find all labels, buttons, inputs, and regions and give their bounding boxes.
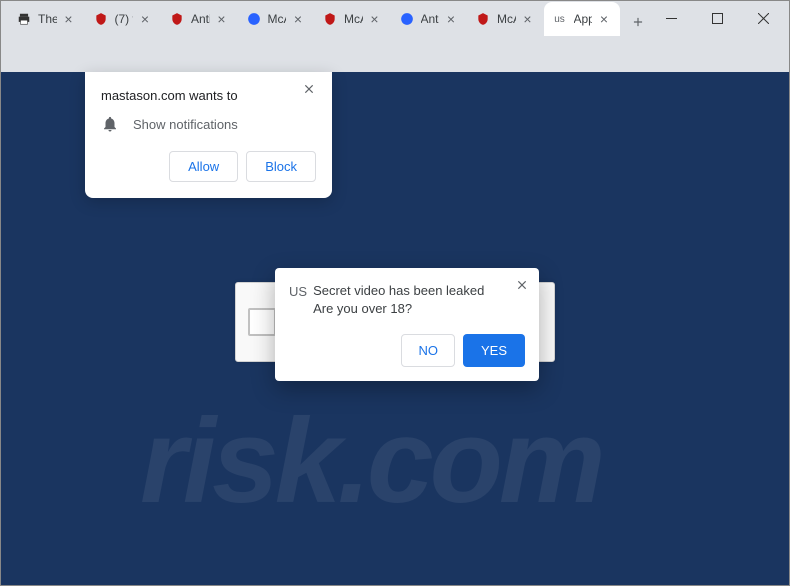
site-favicon: us	[552, 11, 568, 27]
dialog-line1: Secret video has been leaked	[313, 282, 484, 300]
notification-permission-prompt: mastason.com wants to Show notifications…	[85, 72, 332, 198]
mcafee-icon	[169, 11, 185, 27]
close-icon[interactable]	[515, 278, 529, 292]
close-icon[interactable]: ×	[443, 11, 459, 27]
close-icon[interactable]: ×	[137, 11, 153, 27]
recaptcha-checkbox[interactable]	[248, 308, 276, 336]
tab-title: (7) vi	[115, 12, 134, 26]
browser-tabstrip: The P × (7) vi × Antiv × McAf × McAf × A…	[0, 0, 660, 36]
maximize-button[interactable]	[694, 2, 740, 34]
allow-button[interactable]: Allow	[169, 151, 238, 182]
yes-button[interactable]: YES	[463, 334, 525, 367]
dialog-message: Secret video has been leaked Are you ove…	[313, 282, 484, 318]
permission-label: Show notifications	[133, 117, 238, 132]
mcafee-blue-icon	[246, 11, 262, 27]
tab-title: Antiv	[421, 12, 440, 26]
tab-title: McAf	[497, 12, 516, 26]
tab-2[interactable]: (7) vi ×	[85, 2, 162, 36]
mcafee-blue-icon	[399, 11, 415, 27]
block-button[interactable]: Block	[246, 151, 316, 182]
printer-icon	[16, 11, 32, 27]
dialog-favicon: US	[289, 284, 307, 299]
mcafee-icon	[322, 11, 338, 27]
tab-5[interactable]: McAf ×	[314, 2, 391, 36]
tab-6[interactable]: Antiv ×	[391, 2, 468, 36]
tab-title: The P	[38, 12, 57, 26]
close-icon[interactable]: ×	[290, 11, 306, 27]
prompt-origin: mastason.com wants to	[101, 88, 316, 103]
tab-3[interactable]: Antiv ×	[161, 2, 238, 36]
close-icon[interactable]: ×	[520, 11, 536, 27]
close-icon[interactable]: ×	[596, 11, 612, 27]
close-icon[interactable]: ×	[61, 11, 77, 27]
tab-8-active[interactable]: us Appli ×	[544, 2, 621, 36]
bell-icon	[101, 115, 119, 133]
new-tab-button[interactable]	[624, 8, 652, 36]
tab-title: Appli	[574, 12, 593, 26]
tab-7[interactable]: McAf ×	[467, 2, 544, 36]
close-icon[interactable]	[302, 82, 322, 102]
tab-1[interactable]: The P ×	[8, 2, 85, 36]
no-button[interactable]: NO	[401, 334, 455, 367]
tab-4[interactable]: McAf ×	[238, 2, 315, 36]
mcafee-icon	[475, 11, 491, 27]
close-window-button[interactable]	[740, 2, 786, 34]
tab-title: Antiv	[191, 12, 210, 26]
tab-title: McAf	[268, 12, 287, 26]
age-verification-dialog: US Secret video has been leaked Are you …	[275, 268, 539, 381]
close-icon[interactable]: ×	[367, 11, 383, 27]
close-icon[interactable]: ×	[214, 11, 230, 27]
tab-title: McAf	[344, 12, 363, 26]
watermark-text: risk.com	[140, 392, 602, 530]
mcafee-icon	[93, 11, 109, 27]
dialog-line2: Are you over 18?	[313, 300, 484, 318]
